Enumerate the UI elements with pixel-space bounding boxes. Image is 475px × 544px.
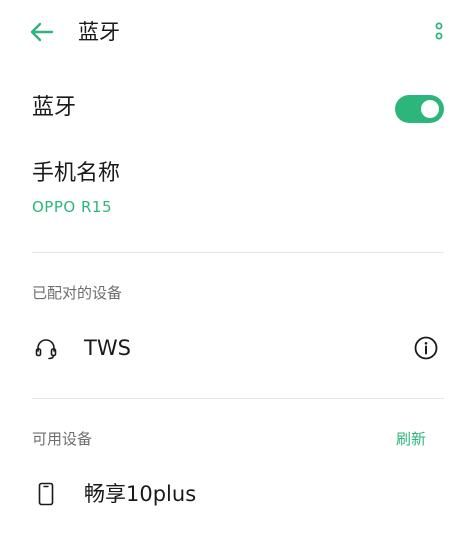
bluetooth-switch[interactable] — [395, 95, 444, 123]
phone-name-label: 手机名称 — [32, 161, 121, 186]
info-icon — [414, 336, 438, 360]
more-vertical-icon — [435, 22, 443, 40]
page-title: 蓝牙 — [78, 20, 120, 44]
available-devices-header: 可用设备 — [32, 430, 93, 448]
refresh-button[interactable]: 刷新 — [396, 427, 426, 451]
paired-devices-header: 已配对的设备 — [32, 284, 123, 302]
arrow-left-icon — [30, 22, 54, 42]
paired-device-row-tws[interactable]: TWS — [0, 320, 475, 376]
device-name: 畅享10plus — [84, 482, 197, 506]
device-name: TWS — [84, 336, 131, 360]
top-app-bar: 蓝牙 — [0, 0, 475, 64]
bluetooth-toggle-row[interactable]: 蓝牙 — [0, 80, 475, 136]
section-divider — [32, 252, 444, 253]
phone-icon — [32, 480, 60, 508]
device-info-button[interactable] — [412, 334, 440, 362]
headset-icon — [32, 334, 60, 362]
section-divider — [32, 398, 444, 399]
bluetooth-label: 蓝牙 — [32, 95, 77, 120]
more-options-button[interactable] — [426, 16, 452, 48]
phone-name-value: OPPO R15 — [32, 198, 112, 216]
available-device-row[interactable]: 畅享10plus — [0, 466, 475, 522]
phone-name-row[interactable]: 手机名称 OPPO R15 — [0, 150, 475, 230]
back-button[interactable] — [24, 16, 60, 48]
switch-knob — [421, 100, 439, 118]
